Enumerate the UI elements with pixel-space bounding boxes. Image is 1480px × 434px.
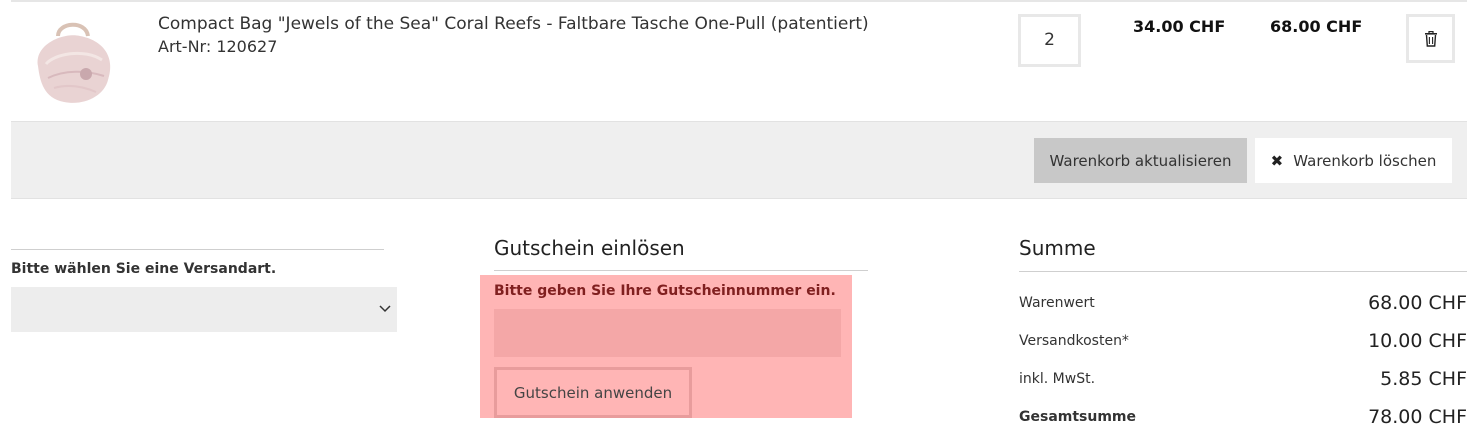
chevron-down-icon (379, 301, 391, 317)
update-cart-button[interactable]: Warenkorb aktualisieren (1034, 138, 1247, 183)
bag-product-image (37, 22, 111, 103)
clear-cart-label: Warenkorb löschen (1293, 151, 1437, 170)
summary-value-subtotal: 68.00 CHF (1368, 292, 1467, 314)
coupon-title: Gutschein einlösen (494, 236, 685, 260)
summary-label-subtotal: Warenwert (1019, 295, 1095, 311)
coupon-hint: Bitte geben Sie Ihre Gutscheinnummer ein… (494, 283, 836, 299)
summary-label-shipping: Versandkosten* (1019, 333, 1129, 349)
shipping-method-select[interactable] (11, 287, 397, 332)
quantity-input[interactable]: 2 (1018, 14, 1081, 67)
summary-value-vat: 5.85 CHF (1380, 368, 1467, 390)
product-name[interactable]: Compact Bag "Jewels of the Sea" Coral Re… (158, 14, 869, 34)
clear-cart-button[interactable]: ✖ Warenkorb löschen (1255, 138, 1452, 183)
unit-price: 34.00 CHF (1133, 17, 1226, 36)
summary-value-total: 78.00 CHF (1368, 406, 1467, 428)
shipping-label: Bitte wählen Sie eine Versandart. (11, 261, 277, 277)
close-icon: ✖ (1270, 151, 1284, 170)
trash-icon (1424, 30, 1437, 47)
product-sku: Art-Nr: 120627 (158, 37, 278, 56)
summary-label-vat: inkl. MwSt. (1019, 371, 1096, 387)
apply-coupon-button[interactable]: Gutschein anwenden (494, 367, 692, 418)
coupon-divider (494, 270, 868, 271)
summary-title: Summe (1019, 236, 1096, 260)
summary-label-total: Gesamtsumme (1019, 409, 1137, 425)
delete-item-button[interactable] (1406, 14, 1455, 63)
summary-value-shipping: 10.00 CHF (1368, 330, 1467, 352)
summary-divider (1019, 271, 1467, 272)
coupon-code-input[interactable] (494, 309, 841, 357)
top-divider (11, 0, 1467, 2)
cart-action-bar (11, 121, 1467, 199)
shipping-divider (11, 249, 384, 250)
line-total-price: 68.00 CHF (1270, 17, 1363, 36)
product-image[interactable] (24, 14, 120, 108)
